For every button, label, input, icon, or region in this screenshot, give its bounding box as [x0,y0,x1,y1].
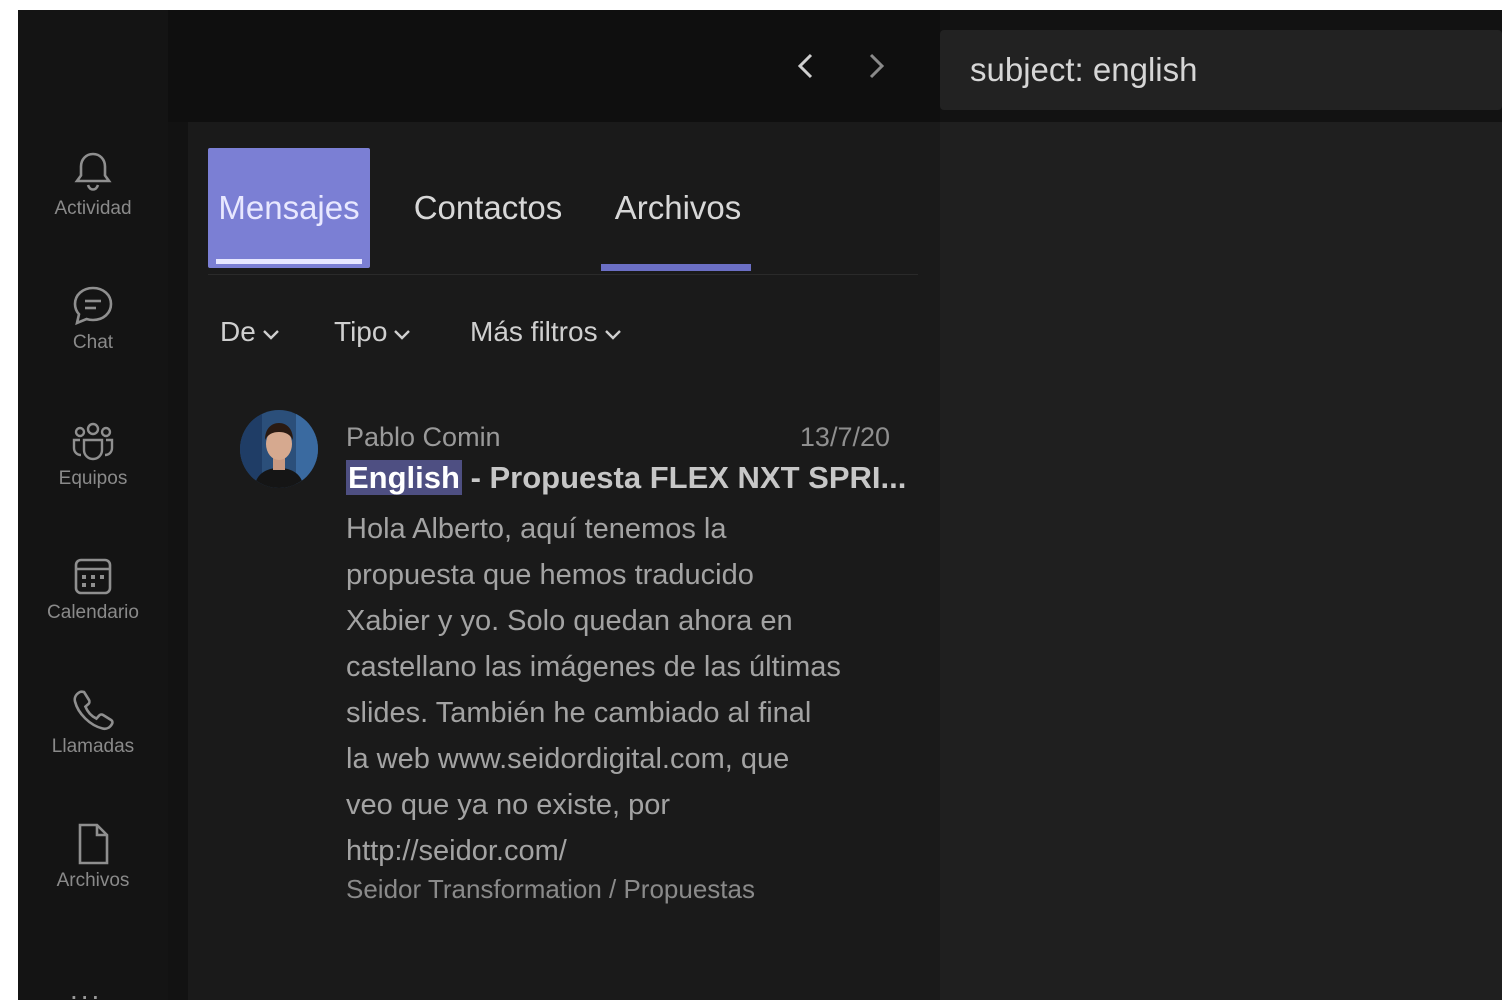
search-query[interactable]: subject: english [970,51,1197,89]
chevron-right-icon [869,53,885,79]
tab-label: Contactos [413,189,563,226]
chevron-down-icon [262,330,279,340]
subject-text: - Propuesta FLEX NXT SPRI... [461,460,906,495]
tab-label: Archivos [614,189,742,226]
preview-line: Xabier y yo. Solo quedan ahora en [346,605,793,637]
search-highlight: English [346,460,462,495]
preview-line: la web www.seidordigital.com, que [346,743,790,775]
preview-line: http://seidor.com/ [346,835,567,867]
preview-line: castellano las imágenes de las últimas [346,651,841,683]
filter-more-dropdown[interactable]: Más filtros [470,312,622,352]
preview-line: veo que ya no existe, por [346,789,671,821]
sidebar-item-label: Chat [72,332,114,353]
sidebar-item-llamadas[interactable]: Llamadas [18,686,168,796]
reading-pane [940,122,1502,1000]
filter-label: De [220,316,256,347]
message-result-item[interactable]: Pablo Comin 13/7/20 English - Propuesta … [218,402,918,922]
search-results-pane: Mensajes Contactos Archivos De Tipo Más … [188,122,940,1000]
sidebar-item-label: Llamadas [51,736,135,757]
more-apps-button[interactable]: ... [70,976,102,1000]
file-icon [78,823,109,865]
preview-line: Hola Alberto, aquí tenemos la [346,513,727,545]
preview-line: slides. También he cambiado al final [346,697,812,729]
tab-mensajes[interactable]: Mensajes [208,148,370,268]
avatar [240,410,318,488]
phone-icon [73,690,114,731]
sidebar-item-label: Archivos [56,870,130,891]
message-date: 13/7/20 [799,422,890,452]
message-channel[interactable]: Seidor Transformation / Propuestas [346,874,755,905]
tab-contactos[interactable]: Contactos [408,148,568,268]
tab-label: Mensajes [218,189,360,226]
filter-de-dropdown[interactable]: De [220,312,280,352]
title-bar [168,10,940,122]
filter-label: Más filtros [470,316,598,347]
search-input[interactable]: subject: english [940,30,1502,110]
message-sender: Pablo Comin [346,422,501,452]
sidebar-item-chat[interactable]: Chat [18,282,168,392]
back-button[interactable] [786,46,826,86]
app-sidebar: Actividad Chat Equipos Calendario Llamad… [18,10,168,1000]
sidebar-item-label: Equipos [58,468,128,489]
message-preview: Hola Alberto, aquí tenemos la propuesta … [346,506,916,874]
sidebar-item-archivos[interactable]: Archivos [18,820,168,930]
bell-icon [74,152,112,191]
sidebar-item-label: Calendario [47,602,139,623]
chevron-left-icon [797,53,813,79]
sidebar-item-actividad[interactable]: Actividad [18,148,168,258]
chevron-down-icon [394,330,411,340]
tab-underline [601,264,751,271]
message-subject: English - Propuesta FLEX NXT SPRI... [346,460,906,496]
tab-divider [208,274,918,275]
filter-label: Tipo [334,316,388,347]
sidebar-item-label: Actividad [54,198,132,219]
filter-tipo-dropdown[interactable]: Tipo [334,312,411,352]
calendar-icon [74,558,112,595]
teams-icon [72,422,114,461]
forward-button[interactable] [856,46,896,86]
tab-archivos[interactable]: Archivos [608,148,748,268]
sidebar-item-calendario[interactable]: Calendario [18,552,168,662]
chevron-down-icon [604,330,621,340]
chat-icon [73,286,113,326]
preview-line: propuesta que hemos traducido [346,559,754,591]
teams-window: Actividad Chat Equipos Calendario Llamad… [18,10,1502,1000]
sidebar-item-equipos[interactable]: Equipos [18,418,168,528]
